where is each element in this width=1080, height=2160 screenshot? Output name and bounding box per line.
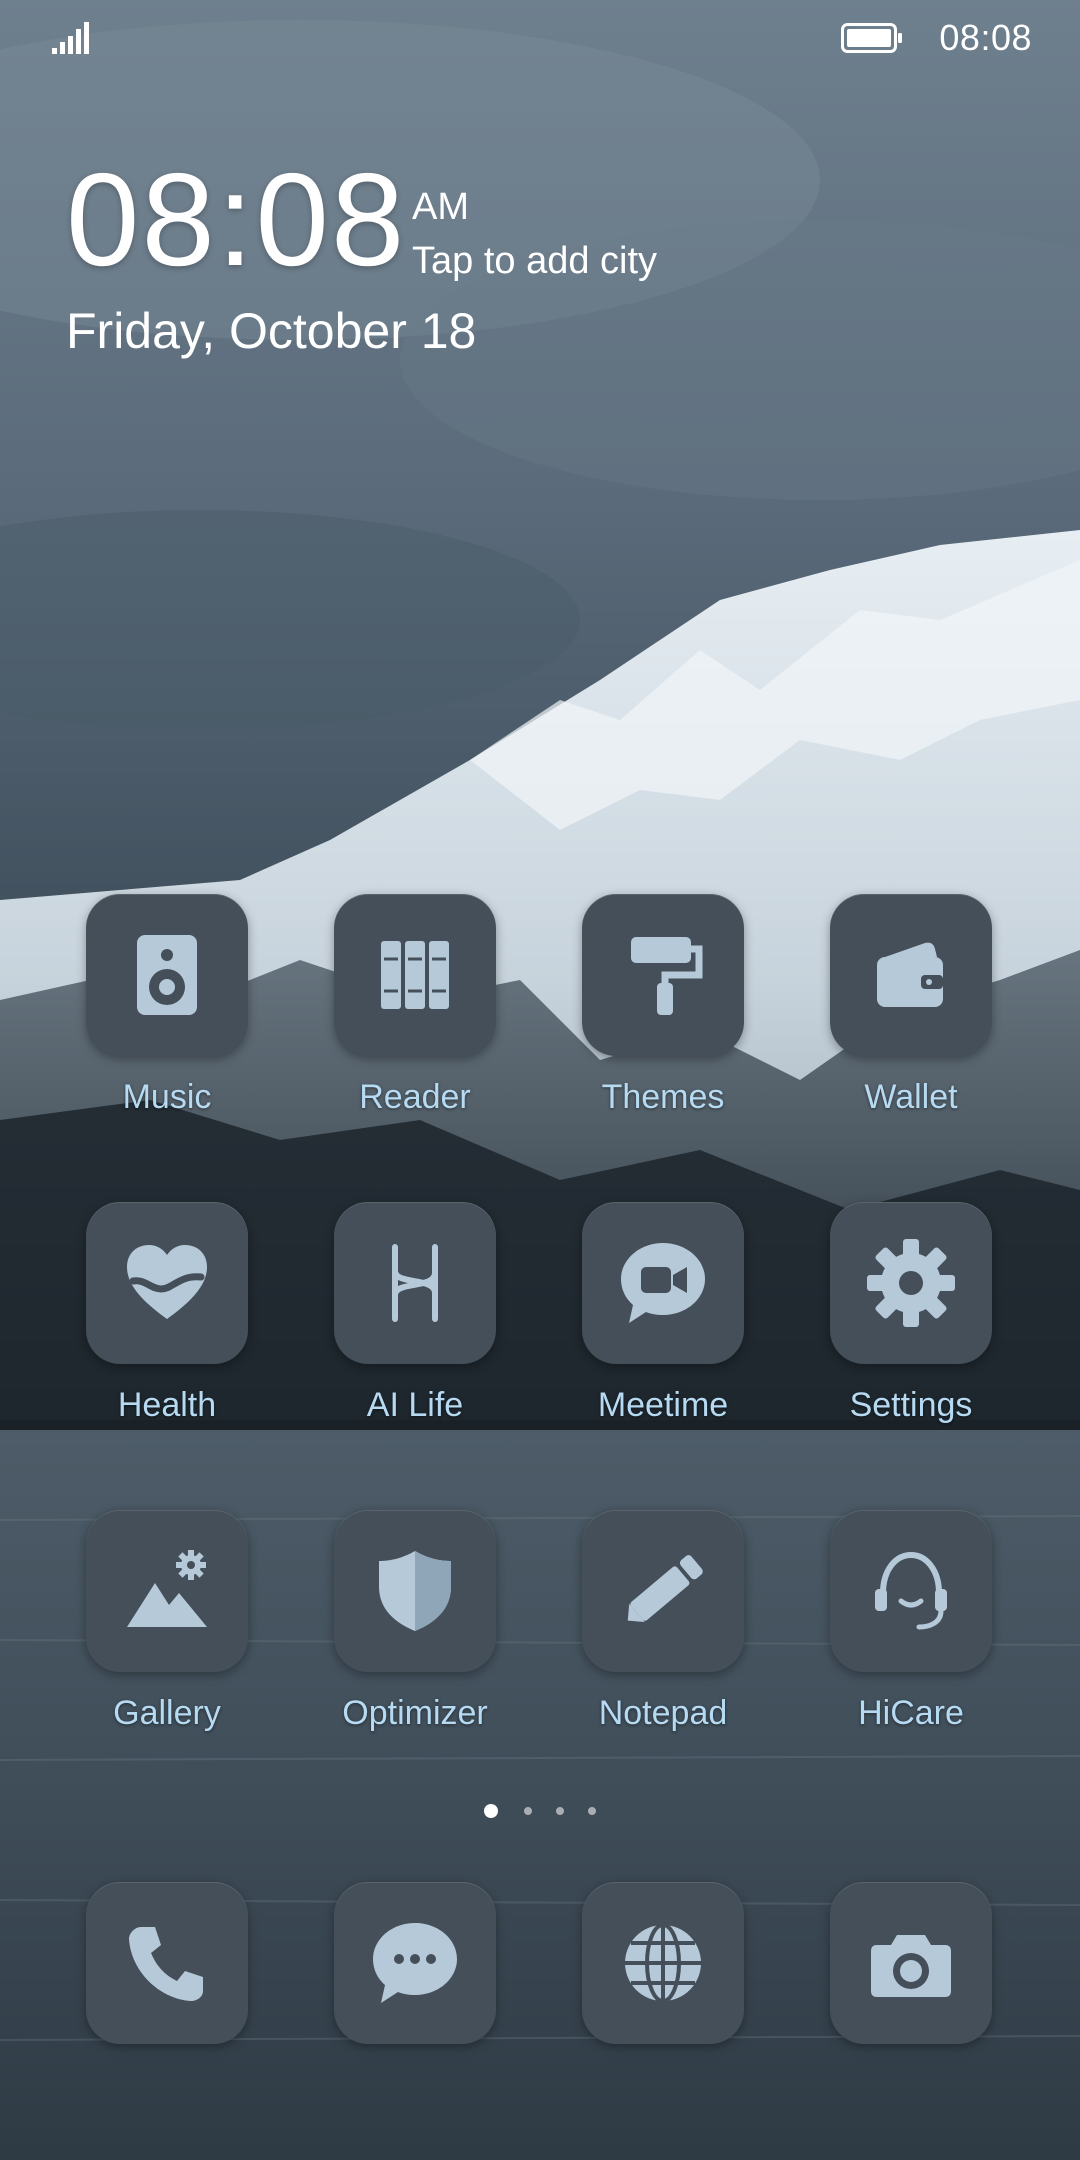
app-meetime[interactable]: Meetime	[553, 1202, 773, 1442]
app-tile[interactable]	[582, 1882, 744, 2044]
app-label: AI Life	[366, 1386, 464, 1424]
page-dot-active[interactable]	[484, 1804, 498, 1818]
app-label: Gallery	[113, 1694, 221, 1732]
app-tile[interactable]	[582, 1202, 744, 1364]
gear-icon	[867, 1239, 955, 1327]
page-dot[interactable]	[524, 1807, 532, 1815]
page-dot[interactable]	[556, 1807, 564, 1815]
app-reader[interactable]: Reader	[305, 894, 525, 1134]
app-tile[interactable]	[334, 1202, 496, 1364]
app-tile[interactable]	[830, 1882, 992, 2044]
app-optimizer[interactable]: Optimizer	[305, 1510, 525, 1750]
app-gallery[interactable]: Gallery	[57, 1510, 277, 1750]
app-tile[interactable]	[334, 894, 496, 1056]
signal-icon	[52, 22, 92, 54]
app-tile[interactable]	[830, 894, 992, 1056]
app-tile[interactable]	[86, 1202, 248, 1364]
clock-widget[interactable]: 08:08 AM Tap to add city Friday, October…	[66, 150, 766, 380]
wallet-icon	[877, 942, 943, 1007]
app-wallet[interactable]: Wallet	[801, 894, 1021, 1134]
app-settings[interactable]: Settings	[801, 1202, 1021, 1442]
app-label: Optimizer	[342, 1694, 488, 1732]
app-label: HiCare	[858, 1694, 964, 1732]
phone-icon	[129, 1927, 203, 2001]
battery-icon	[841, 23, 903, 53]
add-city-prompt[interactable]: Tap to add city	[412, 240, 657, 283]
dock-messages[interactable]	[305, 1882, 525, 2122]
app-tile[interactable]	[830, 1202, 992, 1364]
app-hicare[interactable]: HiCare	[801, 1510, 1021, 1750]
app-label: Notepad	[598, 1694, 728, 1732]
clock-date: Friday, October 18	[66, 303, 477, 359]
clock-time: 08:08	[66, 146, 407, 293]
app-tile[interactable]	[582, 894, 744, 1056]
camera-icon	[871, 1935, 951, 1997]
app-label: Music	[122, 1078, 212, 1116]
app-tile[interactable]	[334, 1882, 496, 2044]
app-themes[interactable]: Themes	[553, 894, 773, 1134]
app-label: Settings	[849, 1386, 973, 1424]
app-notepad[interactable]: Notepad	[553, 1510, 773, 1750]
shield-icon	[379, 1551, 451, 1631]
clock-ampm: AM	[412, 186, 469, 228]
app-tile[interactable]	[86, 1882, 248, 2044]
status-bar: 08:08	[0, 0, 1080, 80]
dock-phone[interactable]	[57, 1882, 277, 2122]
dock-camera[interactable]	[801, 1882, 1021, 2122]
app-health[interactable]: Health	[57, 1202, 277, 1442]
message-icon	[373, 1923, 457, 2003]
mountain-icon	[127, 1550, 207, 1627]
app-tile[interactable]	[830, 1510, 992, 1672]
pencil-icon	[627, 1555, 703, 1623]
app-label: Health	[117, 1386, 217, 1424]
app-tile[interactable]	[334, 1510, 496, 1672]
page-indicator[interactable]	[480, 1803, 600, 1819]
app-tile[interactable]	[86, 1510, 248, 1672]
heart-icon	[127, 1245, 207, 1319]
app-ai-life[interactable]: AI Life	[305, 1202, 525, 1442]
headset-icon	[875, 1551, 947, 1630]
page-dot[interactable]	[588, 1807, 596, 1815]
app-label: Wallet	[864, 1078, 958, 1116]
app-tile[interactable]	[86, 894, 248, 1056]
status-time: 08:08	[939, 17, 1032, 58]
video-chat-icon	[621, 1243, 705, 1323]
app-label: Meetime	[597, 1386, 729, 1424]
speaker-icon	[137, 935, 197, 1015]
globe-icon	[625, 1923, 701, 2003]
ai-life-icon	[392, 1244, 438, 1322]
app-label: Themes	[601, 1078, 725, 1116]
books-icon	[381, 941, 449, 1009]
paint-roller-icon	[631, 937, 703, 1015]
dock-browser[interactable]	[553, 1882, 773, 2122]
app-tile[interactable]	[582, 1510, 744, 1672]
app-label: Reader	[359, 1078, 471, 1116]
app-music[interactable]: Music	[57, 894, 277, 1134]
